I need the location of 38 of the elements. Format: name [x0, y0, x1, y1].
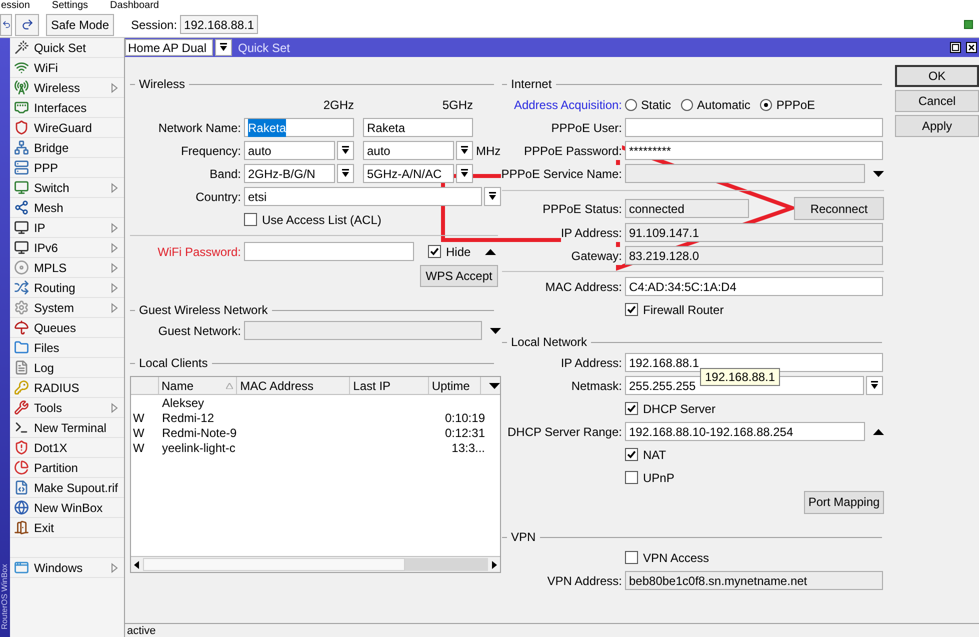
field-label: Gateway:: [571, 246, 622, 264]
checkbox-label: NAT: [643, 446, 666, 464]
table-cell: W: [133, 426, 144, 440]
band-header: 2GHz: [323, 96, 354, 114]
table-cell: yeelink-light-c: [162, 440, 236, 454]
window-title: Quick Set: [238, 40, 290, 56]
group-title: Wireless: [139, 76, 186, 93]
table-cell-text: 0:12:31: [444, 424, 485, 442]
group-title: Guest Wireless Network: [139, 302, 268, 319]
radio-label: Automatic: [697, 96, 750, 114]
tooltip: 192.168.88.1: [700, 368, 780, 386]
checkbox-label: Use Access List (ACL): [262, 212, 382, 228]
group-title: Internet: [511, 76, 552, 93]
radio-label: PPPoE: [776, 96, 816, 114]
group-title: Local Clients: [139, 355, 208, 372]
group-title: VPN: [511, 529, 536, 546]
field-label: PPPoE Password:: [524, 142, 622, 160]
session-label: Session:: [131, 16, 178, 34]
checkbox-label: DHCP Server: [643, 400, 716, 418]
table-cell: Redmi-12: [162, 410, 214, 424]
table-cell-text: 0:10:19: [444, 410, 485, 426]
checkbox-label: UPnP: [643, 470, 674, 486]
checkbox-label: Firewall Router: [643, 302, 724, 318]
checkbox-label: Hide: [446, 244, 471, 260]
table-cell: W: [133, 410, 144, 424]
field-value: Raketa: [367, 120, 406, 136]
checkbox-label: VPN Access: [643, 550, 710, 566]
table-cell: W: [133, 440, 144, 454]
table-cell-text: 13:3...: [452, 440, 485, 456]
radio-label: Static: [641, 96, 672, 114]
brand-strip: RouterOS WinBox: [0, 38, 10, 637]
table-cell: Aleksey: [162, 396, 204, 410]
table-cell: Redmi-Note-9: [162, 426, 237, 440]
group-title: Local Network: [511, 334, 588, 351]
status-text: active: [127, 624, 156, 636]
band-header: 5GHz: [442, 96, 473, 114]
field-value: Raketa: [248, 118, 286, 136]
unit-label: MHz: [476, 142, 501, 160]
